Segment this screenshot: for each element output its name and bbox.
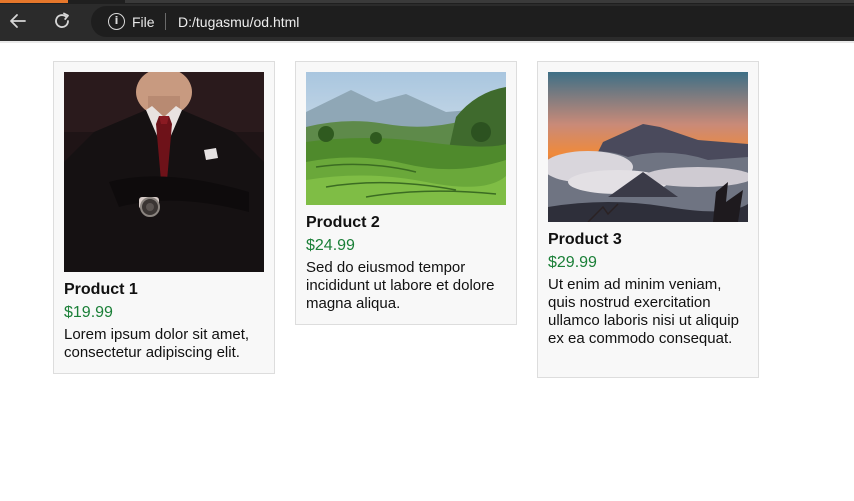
product-card: Product 2 $24.99 Sed do eiusmod tempor i… xyxy=(295,61,517,325)
product-card: Product 3 $29.99 Ut enim ad minim veniam… xyxy=(537,61,759,378)
product-price: $24.99 xyxy=(306,237,355,254)
product-card: Product 1 $19.99 Lorem ipsum dolor sit a… xyxy=(53,61,275,374)
toolbar-bottom-border xyxy=(0,41,854,43)
product-description: Ut enim ad minim veniam, quis nostrud ex… xyxy=(548,276,739,347)
address-url[interactable]: D:/tugasmu/od.html xyxy=(178,14,299,30)
info-icon[interactable]: i xyxy=(108,13,125,30)
browser-toolbar: i File D:/tugasmu/od.html xyxy=(0,0,854,41)
product-image-man-in-suit xyxy=(64,72,264,272)
address-bar-divider xyxy=(165,13,166,30)
reload-icon xyxy=(55,12,69,28)
product-title: Product 3 xyxy=(548,231,622,248)
product-title: Product 1 xyxy=(64,281,138,298)
back-arrow-icon xyxy=(10,14,26,28)
back-button[interactable] xyxy=(5,8,31,34)
product-title: Product 2 xyxy=(306,214,380,231)
product-description: Lorem ipsum dolor sit amet, consectetur … xyxy=(64,326,250,361)
product-image-volcano-sunrise xyxy=(548,72,748,222)
reload-button[interactable] xyxy=(49,8,75,34)
address-scheme-label[interactable]: File xyxy=(132,14,155,30)
product-description: Sed do eiusmod tempor incididunt ut labo… xyxy=(306,259,495,312)
active-tab-indicator[interactable] xyxy=(0,0,68,3)
product-price: $29.99 xyxy=(548,254,597,271)
product-price: $19.99 xyxy=(64,304,113,321)
tab-strip-divider xyxy=(125,0,854,3)
product-image-rice-terrace xyxy=(306,72,506,205)
